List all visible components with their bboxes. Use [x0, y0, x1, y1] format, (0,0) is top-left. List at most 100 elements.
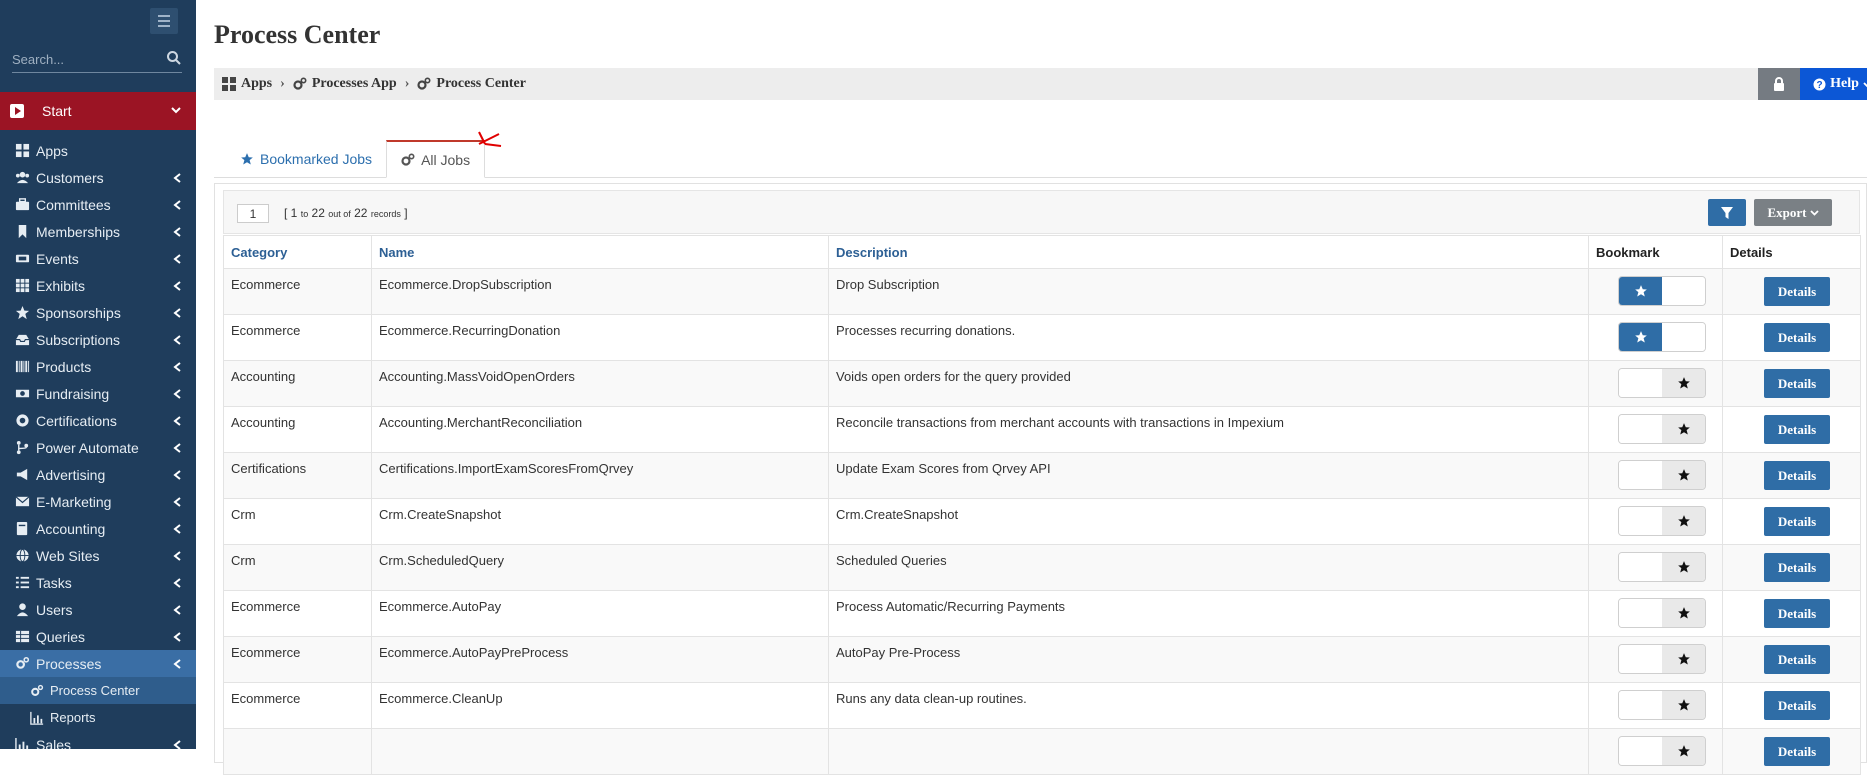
annotation-arrow — [478, 131, 502, 147]
details-button[interactable]: Details — [1764, 277, 1830, 306]
bookmark-toggle[interactable] — [1618, 552, 1706, 582]
sidebar-item-advertising[interactable]: Advertising — [0, 461, 196, 488]
star-icon — [241, 153, 253, 165]
bookmark-toggle[interactable] — [1618, 736, 1706, 766]
breadcrumb-processes-app[interactable]: Processes App — [312, 76, 397, 92]
cell-description: Voids open orders for the query provided — [828, 360, 1589, 407]
table-row: Ecommerce Ecommerce.AutoPay Process Automa… — [223, 590, 1861, 637]
sidebar-item-subscriptions[interactable]: Subscriptions — [0, 326, 196, 353]
bookmark-toggle[interactable] — [1618, 598, 1706, 628]
toggle-off-side — [1662, 369, 1705, 397]
chevron-left-icon — [173, 659, 181, 669]
sidebar-start[interactable]: Start — [0, 92, 196, 130]
star-icon — [1677, 653, 1690, 665]
star-icon — [1677, 469, 1690, 481]
table-icon — [15, 630, 30, 643]
table-row: Ecommerce Ecommerce.RecurringDonation Proc… — [223, 314, 1861, 361]
bookmark-toggle[interactable] — [1618, 322, 1706, 352]
breadcrumb-apps[interactable]: Apps — [241, 76, 272, 92]
search-input[interactable] — [12, 48, 152, 71]
sidebar-item-events[interactable]: Events — [0, 245, 196, 272]
cell-bookmark — [1588, 314, 1723, 361]
cell-bookmark — [1588, 682, 1723, 729]
details-button[interactable]: Details — [1764, 415, 1830, 444]
sidebar-item-customers[interactable]: Customers — [0, 164, 196, 191]
cell-name: Ecommerce.CleanUp — [371, 682, 829, 729]
menu-toggle-button[interactable] — [150, 8, 178, 34]
column-header-details: Details — [1722, 235, 1861, 269]
table-row: Ecommerce Ecommerce.CleanUp Runs any data … — [223, 682, 1861, 729]
sidebar-subitem-process-center[interactable]: Process Center — [0, 677, 196, 704]
cell-category: Accounting — [223, 360, 372, 407]
details-button[interactable]: Details — [1764, 461, 1830, 490]
cell-details: Details — [1722, 682, 1861, 729]
tab-bookmarked-jobs[interactable]: Bookmarked Jobs — [226, 140, 386, 178]
bookmark-toggle[interactable] — [1618, 644, 1706, 674]
sidebar-item-label: Power Automate — [36, 439, 139, 456]
column-header-description[interactable]: Description — [828, 235, 1589, 269]
sidebar-item-products[interactable]: Products — [0, 353, 196, 380]
details-button[interactable]: Details — [1764, 553, 1830, 582]
sidebar-item-e-marketing[interactable]: E-Marketing — [0, 488, 196, 515]
tab-all-jobs[interactable]: All Jobs — [386, 140, 486, 178]
sidebar-item-web-sites[interactable]: Web Sites — [0, 542, 196, 569]
sidebar-item-committees[interactable]: Committees — [0, 191, 196, 218]
star-icon — [1677, 699, 1690, 711]
star-icon — [1634, 285, 1647, 297]
sidebar-item-accounting[interactable]: Accounting — [0, 515, 196, 542]
page-number-input[interactable]: 1 — [237, 204, 269, 223]
details-button[interactable]: Details — [1764, 691, 1830, 720]
cell-details: Details — [1722, 636, 1861, 683]
bookmark-toggle[interactable] — [1618, 460, 1706, 490]
details-button[interactable]: Details — [1764, 599, 1830, 628]
sidebar-item-sponsorships[interactable]: Sponsorships — [0, 299, 196, 326]
sidebar-item-tasks[interactable]: Tasks — [0, 569, 196, 596]
help-button[interactable]: ? Help — [1800, 68, 1867, 100]
sidebar-item-certifications[interactable]: Certifications — [0, 407, 196, 434]
filter-button[interactable] — [1708, 199, 1746, 226]
sidebar-item-sales[interactable]: Sales — [0, 731, 196, 749]
details-button[interactable]: Details — [1764, 507, 1830, 536]
sidebar-item-memberships[interactable]: Memberships — [0, 218, 196, 245]
sidebar-item-fundraising[interactable]: Fundraising — [0, 380, 196, 407]
sidebar-item-queries[interactable]: Queries — [0, 623, 196, 650]
jobs-panel: 1 [ 1 to 22 out of 22 records ] Export C… — [214, 183, 1867, 775]
sidebar-item-apps[interactable]: Apps — [0, 137, 196, 164]
bookmark-toggle[interactable] — [1618, 690, 1706, 720]
sidebar-item-label: Memberships — [36, 223, 121, 240]
export-button[interactable]: Export — [1754, 199, 1832, 226]
search-icon[interactable] — [166, 50, 182, 66]
cell-bookmark — [1588, 268, 1723, 315]
money-icon — [15, 389, 30, 398]
sidebar-item-label: Fundraising — [36, 385, 110, 402]
cell-name: Ecommerce.AutoPayPreProcess — [371, 636, 829, 683]
table-row: Accounting Accounting.MerchantReconciliat… — [223, 406, 1861, 453]
chevron-left-icon — [173, 335, 181, 345]
sidebar-item-power-automate[interactable]: Power Automate — [0, 434, 196, 461]
sidebar-item-exhibits[interactable]: Exhibits — [0, 272, 196, 299]
toggle-off-side — [1662, 461, 1705, 489]
details-button[interactable]: Details — [1764, 369, 1830, 398]
bookmark-toggle[interactable] — [1618, 506, 1706, 536]
column-header-bookmark: Bookmark — [1588, 235, 1723, 269]
bookmark-toggle[interactable] — [1618, 414, 1706, 444]
column-header-name[interactable]: Name — [371, 235, 829, 269]
bookmark-toggle[interactable] — [1618, 276, 1706, 306]
sidebar-subitem-reports[interactable]: Reports — [0, 704, 196, 731]
chevron-down-icon — [1809, 210, 1819, 216]
lock-button[interactable] — [1758, 68, 1800, 100]
star-icon — [1634, 331, 1647, 343]
cell-name: Ecommerce.RecurringDonation — [371, 314, 829, 361]
sidebar-item-processes[interactable]: Processes — [0, 650, 196, 677]
column-header-category[interactable]: Category — [223, 235, 372, 269]
star-icon — [1677, 515, 1690, 527]
sidebar-item-label: E-Marketing — [36, 493, 112, 510]
cell-category: Crm — [223, 498, 372, 545]
sidebar-item-users[interactable]: Users — [0, 596, 196, 623]
users-icon — [15, 171, 30, 184]
details-button[interactable]: Details — [1764, 737, 1830, 766]
details-button[interactable]: Details — [1764, 323, 1830, 352]
envelope-icon — [15, 496, 30, 507]
bookmark-toggle[interactable] — [1618, 368, 1706, 398]
details-button[interactable]: Details — [1764, 645, 1830, 674]
